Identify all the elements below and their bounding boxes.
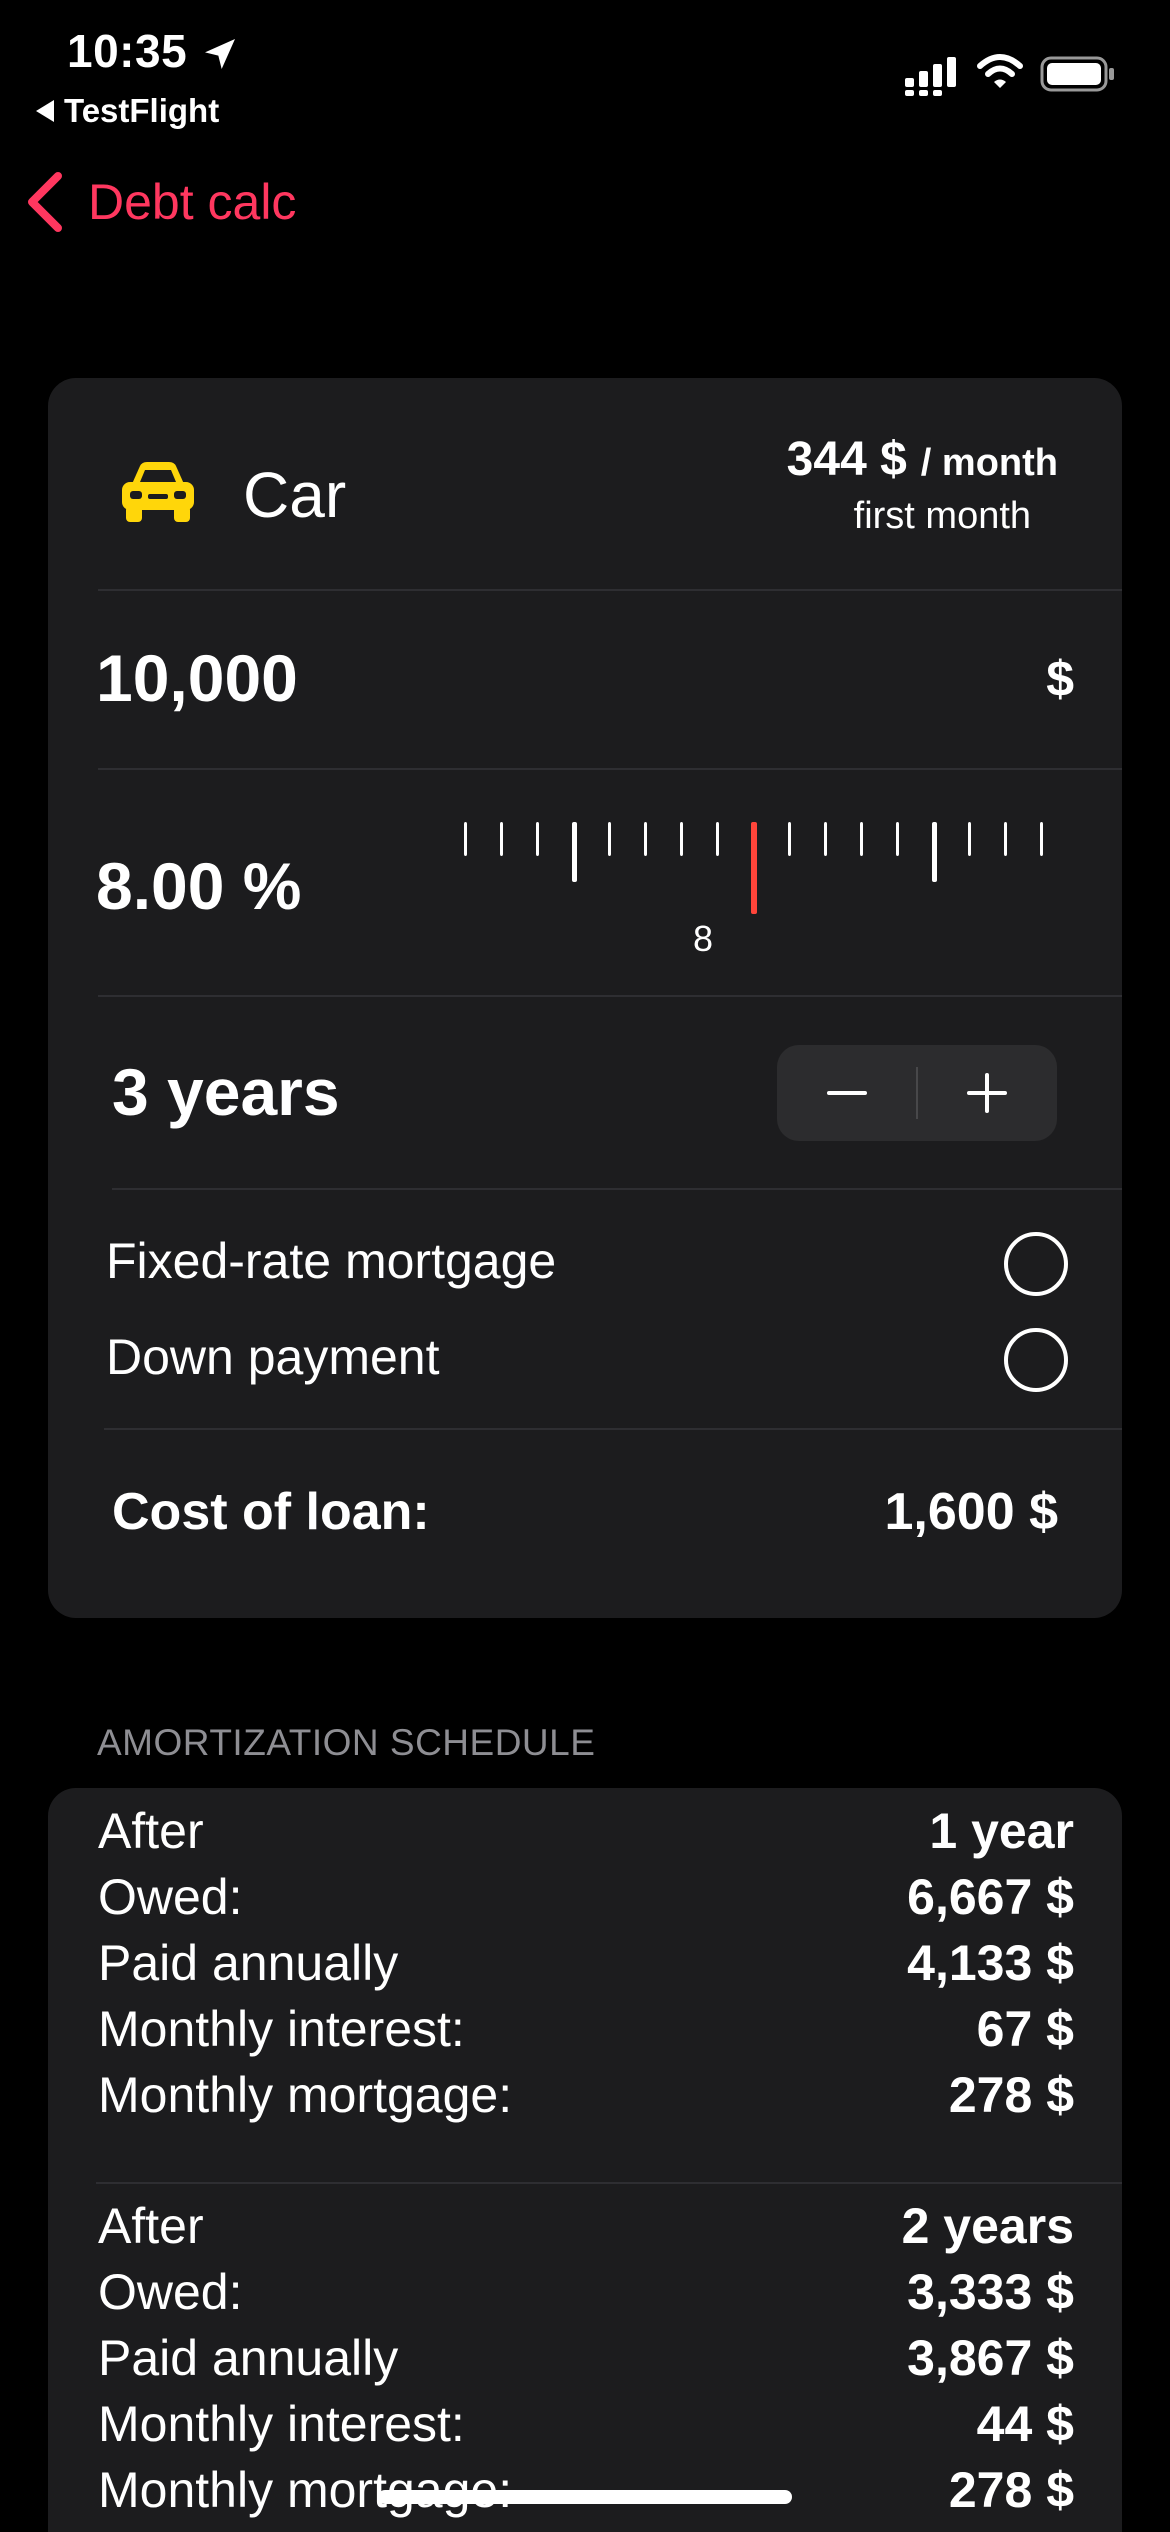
divider	[98, 589, 1122, 591]
ruler-scale-label: 8	[692, 918, 714, 959]
ruler-tick	[500, 822, 503, 856]
loan-term-value: 3 years	[112, 1055, 340, 1129]
ruler-tick	[644, 822, 647, 856]
schedule-block-year-1: After 1 year Owed: 6,667 $ Paid annually 4,…	[48, 1798, 1122, 2128]
nav-back-button[interactable]: Debt calc	[24, 170, 296, 234]
cellular-signal-icon	[905, 57, 956, 96]
divider	[96, 2182, 1122, 2184]
monthly-sub: first month	[853, 495, 1032, 537]
ruler-tick	[572, 822, 577, 882]
location-arrow-icon	[205, 39, 235, 69]
down-payment-option-label: Down payment	[106, 1329, 440, 1385]
back-triangle-icon	[36, 100, 54, 122]
status-time: 10:35	[67, 25, 188, 77]
ruler-tick	[896, 822, 899, 856]
loan-type-label: Car	[243, 459, 347, 531]
schedule-row: After 2 years	[98, 2198, 1074, 2254]
car-icon	[122, 462, 194, 522]
cost-of-loan-label: Cost of loan:	[112, 1483, 430, 1541]
fixed-rate-radio[interactable]	[1004, 1232, 1068, 1296]
ruler-tick	[680, 822, 683, 856]
home-indicator[interactable]	[378, 2490, 792, 2504]
ruler-tick	[788, 822, 791, 856]
nav-back-label: Debt calc	[88, 174, 297, 230]
divider	[98, 995, 1122, 997]
schedule-row: Monthly interest: 67 $	[98, 2001, 1074, 2057]
fixed-rate-option-label: Fixed-rate mortgage	[106, 1233, 557, 1289]
schedule-row: Owed: 6,667 $	[98, 1869, 1074, 1925]
plus-icon	[967, 1073, 1008, 1113]
schedule-row: After 1 year	[98, 1803, 1074, 1859]
schedule-row: Monthly interest: 44 $	[98, 2396, 1074, 2452]
ruler-tick	[536, 822, 539, 856]
schedule-row: Paid annually 3,867 $	[98, 2330, 1074, 2386]
interest-rate-ruler[interactable]	[408, 798, 1068, 928]
divider	[104, 1428, 1122, 1430]
ruler-tick	[968, 822, 971, 856]
schedule-block-year-2: After 2 years Owed: 3,333 $ Paid annually 3…	[48, 2193, 1122, 2523]
currency-label: $	[1046, 651, 1074, 707]
schedule-row: Owed: 3,333 $	[98, 2264, 1074, 2320]
monthly-payment: 344 $ / month first month	[787, 432, 1058, 538]
loan-card: Car 344 $ / month first month 10,000 $ 8.…	[48, 378, 1122, 1618]
minus-icon	[826, 1091, 867, 1095]
ruler-tick	[1040, 822, 1043, 856]
back-to-testflight-link[interactable]: TestFlight	[36, 92, 219, 130]
monthly-unit: / month	[920, 442, 1058, 484]
chevron-left-icon	[28, 172, 62, 232]
monthly-amount: 344 $	[786, 433, 907, 486]
increment-button[interactable]	[918, 1045, 1057, 1141]
down-payment-radio[interactable]	[1004, 1328, 1068, 1392]
ruler-tick	[1004, 822, 1007, 856]
interest-rate-value: 8.00 %	[96, 849, 302, 923]
ruler-current-marker	[751, 822, 757, 914]
schedule-card: After 1 year Owed: 6,667 $ Paid annually 4,…	[48, 1788, 1122, 2532]
cost-of-loan-value: 1,600 $	[884, 1483, 1059, 1541]
divider	[98, 768, 1122, 770]
ruler-tick	[608, 822, 611, 856]
back-app-label: TestFlight	[64, 92, 220, 129]
term-stepper[interactable]	[777, 1045, 1057, 1141]
ruler-tick	[716, 822, 719, 856]
battery-icon	[1040, 56, 1114, 92]
schedule-row: Paid annually 4,133 $	[98, 1935, 1074, 1991]
divider	[112, 1188, 1122, 1190]
ruler-tick	[464, 822, 467, 856]
ruler-tick	[932, 822, 937, 882]
principal-input[interactable]: 10,000	[96, 640, 298, 716]
wifi-icon	[977, 54, 1023, 88]
schedule-header: AMORTIZATION SCHEDULE	[97, 1722, 596, 1763]
schedule-row: Monthly mortgage: 278 $	[98, 2067, 1074, 2123]
ruler-tick	[860, 822, 863, 856]
ruler-tick	[824, 822, 827, 856]
decrement-button[interactable]	[777, 1045, 916, 1141]
